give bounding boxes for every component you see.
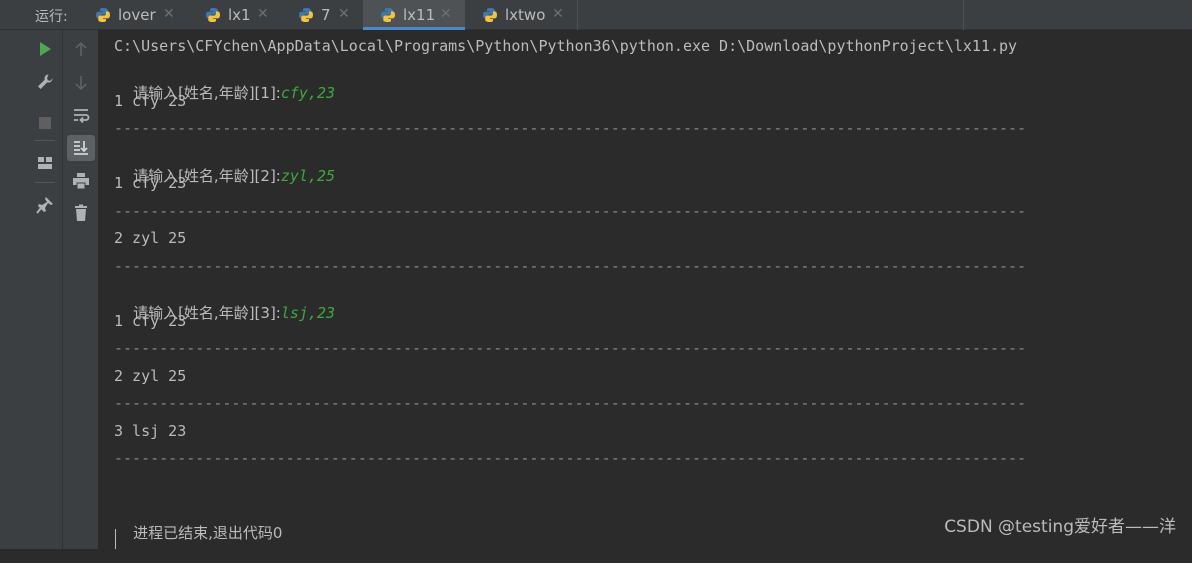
exit-message-text: 进程已结束,退出代码0 [133,524,283,542]
pin-icon [36,197,53,214]
output-row: 1 cfy 23 [114,92,187,110]
watermark: CSDN @testing爱好者——洋 [944,517,1176,537]
python-file-icon [96,8,110,22]
output-row: 1 cfy 23 [114,174,187,192]
output-row: 2 zyl 25 [114,229,187,247]
separator-line: ----------------------------------------… [114,394,1027,412]
restore-layout-button[interactable] [31,150,59,176]
run-toolbar-primary [27,30,63,549]
console-output[interactable]: C:\Users\CFYchen\AppData\Local\Programs\… [100,30,1192,549]
pin-tab-button[interactable] [31,192,59,218]
scroll-to-end-icon [74,141,88,155]
edit-configuration-button[interactable] [31,69,59,95]
toolbar-separator [35,182,55,183]
close-icon[interactable]: ✕ [163,6,175,22]
separator-line: ----------------------------------------… [114,449,1027,467]
output-row: 2 zyl 25 [114,367,187,385]
run-toolbar-secondary [63,30,99,549]
output-row: 1 cfy 23 [114,312,187,330]
command-line: C:\Users\CFYchen\AppData\Local\Programs\… [114,37,1018,55]
run-tab-bar: 运行: lover ✕ lx1 ✕ 7 ✕ lx11 ✕ lxtwo ✕ [0,0,1192,30]
close-icon[interactable]: ✕ [338,6,350,22]
toolbar-separator [35,140,55,141]
close-icon[interactable]: ✕ [257,6,269,22]
arrow-down-icon [75,76,87,91]
separator-line: ----------------------------------------… [114,119,1027,137]
tab-lxtwo[interactable]: lxtwo ✕ [480,0,572,30]
previous-occurrence-button[interactable] [67,36,95,62]
run-icon [40,42,51,56]
soft-wrap-button[interactable] [67,103,95,129]
next-occurrence-button[interactable] [67,70,95,96]
tab-separator [577,0,578,30]
text-caret [115,529,116,549]
rerun-button[interactable] [31,36,59,62]
tab-lx1[interactable]: lx1 ✕ [203,0,275,30]
close-icon[interactable]: ✕ [552,6,564,22]
tab-lover[interactable]: lover ✕ [93,0,181,30]
stop-button[interactable] [31,110,59,136]
input-prompt-line: 请输入[姓名,年龄][1]:cfy,23 [114,63,335,102]
print-icon [73,173,89,190]
separator-line: ----------------------------------------… [114,339,1027,357]
clear-all-button[interactable] [67,200,95,226]
tab-lx11[interactable]: lx11 ✕ [363,0,465,30]
scroll-to-end-button[interactable] [67,135,95,161]
output-row: 3 lsj 23 [114,422,187,440]
stop-icon [39,117,51,129]
wrench-icon [38,74,53,89]
arrow-up-icon [75,41,87,56]
layout-icon [38,157,52,169]
python-file-icon [299,8,313,22]
trash-icon [75,204,87,221]
python-file-icon [483,8,497,22]
tab-separator [963,0,964,30]
user-input: cfy,23 [280,84,336,102]
exit-message: 进程已结束,退出代码0 [114,503,282,542]
user-input: lsj,23 [280,304,336,322]
tab-label: lover [118,6,156,24]
input-prompt-line: 请输入[姓名,年龄][3]:lsj,23 [114,283,335,322]
separator-line: ----------------------------------------… [114,202,1027,220]
tab-label: lxtwo [505,6,546,24]
python-file-icon [381,8,395,22]
tab-label: 7 [321,6,331,24]
run-label: 运行: [35,9,68,25]
tool-window-stripe [0,30,27,549]
input-prompt-line: 请输入[姓名,年龄][2]:zyl,25 [114,146,335,185]
soft-wrap-icon [74,109,90,124]
print-button[interactable] [67,168,95,194]
close-icon[interactable]: ✕ [440,6,452,22]
tab-label: lx1 [228,6,251,24]
tab-label: lx11 [403,6,436,24]
user-input: zyl,25 [280,167,336,185]
separator-line: ----------------------------------------… [114,257,1027,275]
python-file-icon [206,8,220,22]
tab-7[interactable]: 7 ✕ [296,0,356,30]
